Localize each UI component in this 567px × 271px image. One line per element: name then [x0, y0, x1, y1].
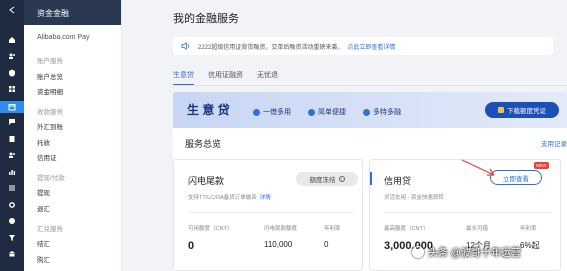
speaker-icon — [181, 42, 190, 50]
info-icon[interactable] — [7, 216, 17, 226]
group-label-withdraw: 提现/付款 — [37, 175, 65, 182]
watermark-logo-icon — [412, 245, 424, 258]
group-label-exchange: 汇兑服务 — [37, 226, 63, 233]
notice-text: 2222超级信用证背货融资，交单后融资活动重磅来袭， — [198, 44, 344, 51]
certificate-icon — [498, 107, 504, 113]
tab-bar: 生意贷 信用证融资 无忧退 — [173, 70, 292, 85]
sidebar-item-fx-arrival[interactable]: 外汇到账 — [37, 121, 63, 131]
gear-icon[interactable] — [7, 200, 17, 210]
flash-payment-card: 闪电尾款 额度冻结 ? 支持TT/LC/OA备货订单融资 详情 可用额度（CNY）… — [173, 159, 363, 271]
tab-business-loan[interactable]: 生意贷 — [173, 70, 194, 85]
sidebar-header: 资金金融 — [24, 0, 121, 25]
available-quota-value: 0 — [188, 240, 195, 252]
grid-icon[interactable] — [7, 84, 17, 94]
bank-icon[interactable] — [7, 249, 17, 259]
flash-quota-value: 110,000 — [264, 240, 293, 249]
group-label-account: 账户服务 — [37, 58, 63, 65]
new-badge: NEW — [534, 162, 549, 169]
people-icon[interactable] — [7, 150, 17, 160]
check-icon — [363, 108, 370, 116]
sidebar-brand: Alibaba.com Pay — [37, 34, 90, 41]
banner-feature: 一借多用 — [253, 107, 291, 117]
sidebar-item-collection[interactable]: 托收 — [37, 137, 50, 147]
details-link[interactable]: 详情 — [260, 195, 271, 201]
tab-lc-financing[interactable]: 信用证融资 — [208, 70, 243, 85]
max-quota-label: 最高额度（CNY） — [384, 226, 429, 232]
card-divider — [188, 212, 354, 213]
card-description: 支持TT/LC/OA备货订单融资 详情 — [188, 195, 271, 201]
flash-quota-label: 闪电尾款额度 — [264, 226, 298, 232]
shield-icon[interactable] — [7, 68, 17, 78]
annual-rate-label: 年利率 — [520, 226, 537, 232]
card-title: 信用贷 — [384, 176, 412, 186]
chevron-left-icon[interactable] — [7, 5, 17, 15]
people-icon[interactable] — [7, 51, 17, 61]
available-quota-label: 可用额度（CNY） — [188, 226, 233, 232]
page-title: 我的金融服务 — [173, 13, 239, 25]
card-description: 灵活支用 · 资金快速周转 — [384, 195, 444, 201]
chart-icon[interactable] — [7, 167, 17, 177]
funnel-icon[interactable] — [7, 233, 17, 243]
sidebar-item-letter-of-credit[interactable]: 信用证 — [37, 152, 57, 162]
sidebar-item-refund[interactable]: 退汇 — [37, 203, 50, 213]
sidebar-item-buy-fx[interactable]: 购汇 — [37, 254, 50, 264]
icon-rail — [0, 0, 24, 271]
download-certificate-button[interactable]: 下载额度凭证 — [485, 102, 559, 118]
max-term-label: 最长可借 — [466, 226, 489, 232]
usage-record-link[interactable]: 支用记录 — [541, 138, 567, 148]
sidebar-item-account-overview[interactable]: 账户总览 — [37, 71, 63, 81]
annotation-arrow — [461, 159, 495, 176]
banner-feature: 简单便捷 — [308, 107, 346, 117]
notice-bar: 2222超级信用证背货融资，交单后融资活动重磅来袭， 点此立即查看详情 — [173, 37, 553, 55]
sidebar: 资金金融 Alibaba.com Pay 账户服务 账户总览 资金明细 收款服务… — [24, 0, 122, 271]
home-icon[interactable] — [7, 35, 17, 45]
check-icon — [253, 108, 260, 116]
sidebar-item-withdraw[interactable]: 提现 — [37, 187, 50, 197]
chat-icon[interactable] — [7, 117, 17, 127]
receipt-icon[interactable] — [7, 134, 17, 144]
annual-rate-value: 6%起 — [520, 241, 540, 250]
banner-feature: 多特多融 — [363, 107, 401, 117]
sidebar-item-fund-details[interactable]: 资金明细 — [37, 86, 63, 96]
notice-link[interactable]: 点此立即查看详情 — [347, 42, 395, 51]
main-content: 我的金融服务 2222超级信用证背货融资，交单后融资活动重磅来袭， 点此立即查看… — [122, 0, 567, 271]
list-icon[interactable] — [7, 183, 17, 193]
quota-frozen-button[interactable]: 额度冻结 ? — [296, 172, 358, 186]
tab-divider — [173, 85, 567, 86]
business-loan-banner: 生 意 贷 一借多用 简单便捷 多特多融 下载额度凭证 — [173, 92, 567, 128]
card-title: 闪电尾款 — [188, 176, 225, 186]
calendar-icon[interactable] — [0, 100, 24, 113]
banner-title: 生 意 贷 — [187, 103, 230, 117]
overview-title: 服务总览 — [185, 139, 222, 149]
help-icon[interactable]: ? — [338, 176, 345, 182]
annual-rate-value: 0 — [324, 240, 329, 249]
card-divider — [384, 212, 552, 213]
sidebar-item-settle-fx[interactable]: 结汇 — [37, 238, 50, 248]
annual-rate-label: 年利率 — [324, 226, 341, 232]
group-label-receive: 收款服务 — [37, 109, 63, 116]
tab-worry-free-return[interactable]: 无忧退 — [257, 70, 278, 85]
check-icon — [308, 108, 315, 116]
watermark: 头条 @波哥十年运营 — [412, 244, 521, 259]
card-accent-bar — [370, 172, 372, 185]
